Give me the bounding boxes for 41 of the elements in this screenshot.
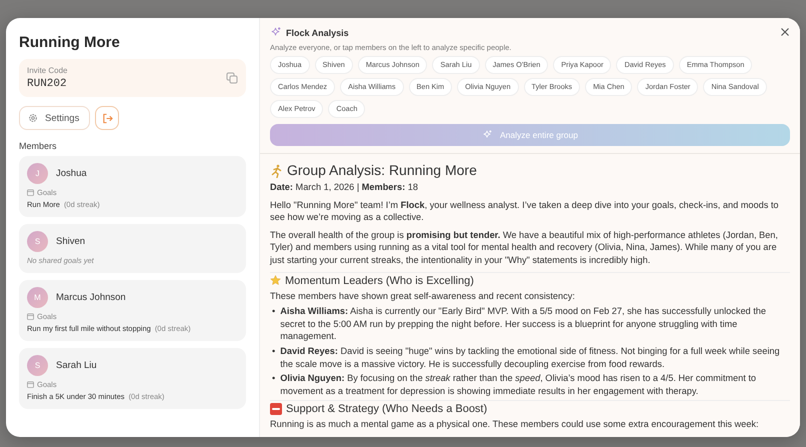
star-icon — [270, 275, 281, 286]
section-heading: Support & Strategy (Who Needs a Boost) — [286, 402, 488, 416]
report-heading: Group Analysis: Running More — [287, 162, 477, 179]
calendar-icon — [27, 313, 34, 320]
sparkle-icon — [482, 130, 492, 140]
report-paragraph: The overall health of the group is promising but tender. We have a beautiful mix of high-performance athletes (Jordan, Ben, Tyler) and members using running as a vital tool for mental health and recovery (Olivia, Nina, James). While many of you are just starting your current streaks, the intentionality in your "Why" statements is incredibly high. — [270, 228, 779, 267]
copy-icon[interactable] — [226, 72, 238, 84]
close-icon[interactable] — [780, 27, 790, 37]
member-name: Shiven — [56, 236, 86, 247]
member-avatar: J — [27, 163, 48, 184]
gear-icon — [28, 113, 38, 123]
runner-icon — [270, 164, 283, 178]
member-name: Marcus Johnson — [56, 292, 126, 303]
member-avatar: S — [27, 231, 48, 252]
panel-title: Flock Analysis — [286, 28, 349, 38]
bullet-text: Aisha Williams: Aisha is currently our "Early Bird" MVP. With a 5/5 mood on Feb 27, she has successfully unlocked the secret to the 5:00 AM run by prepping the night before. Her success is a blueprint for anyone struggling with time management. — [280, 305, 767, 343]
bullet-text: Olivia Nguyen: By focusing on the streak rather than the speed, Olivia’s mood has risen to a 4/5. Her commitment to movement as a treatment for depression is showing immediate results in her engagement with therapy. — [280, 372, 758, 398]
sparkle-icon — [270, 27, 281, 38]
section-label: Members — [19, 141, 58, 151]
exit-icon — [102, 112, 113, 124]
section-intro: These members have shown great self-awareness and recent consistency: — [270, 290, 576, 302]
member-name: Joshua — [56, 168, 87, 179]
leave-button[interactable] — [95, 106, 120, 130]
invite-code: RUN202 — [27, 78, 68, 90]
calendar-icon — [27, 189, 34, 196]
group-name: Running More — [19, 34, 121, 51]
section-intro: Running is as much a mental game as a physical one. These members could use some extra encouragement this week: — [270, 418, 760, 431]
alert-icon — [270, 403, 282, 416]
bullet-marker: • — [272, 372, 276, 386]
member-avatar: M — [27, 287, 48, 308]
invite-label: Invite Code — [27, 66, 68, 75]
bullet-text: David Reyes: David is seeing "huge" wins by tackling the emotional side of fitness. Not binging for a full week while seeing the scale move is a massive victory. He is successfully decoupling exercise from food rewards. — [280, 344, 781, 370]
settings-button[interactable]: Settings — [19, 106, 90, 130]
section-heading: Momentum Leaders (Who is Excelling) — [285, 274, 474, 288]
calendar-icon — [27, 381, 34, 388]
member-avatar: S — [27, 355, 48, 376]
member-name: Sarah Liu — [56, 360, 97, 371]
bullet-marker: • — [272, 344, 276, 358]
report-paragraph: Hello "Running More" team! I’m Flock, your wellness analyst. I’ve taken a deep dive into your goals, check-ins, and moods to see how we’re moving as a collective. — [270, 198, 780, 224]
report-meta: Date: March 1, 2026 | Members: 18 — [270, 181, 419, 194]
bullet-marker: • — [272, 305, 276, 318]
